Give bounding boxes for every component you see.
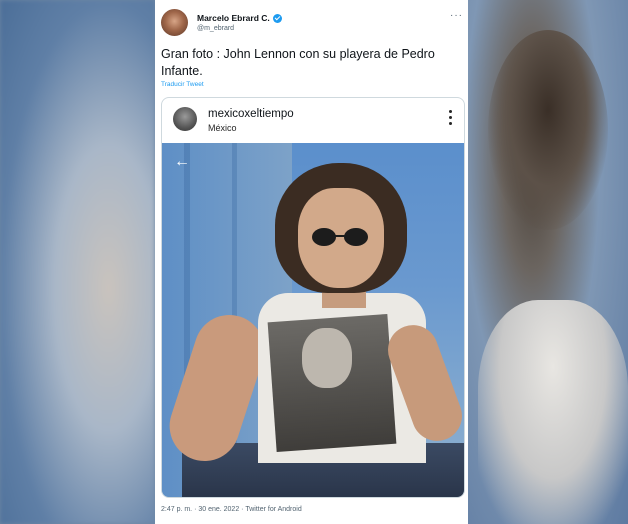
more-icon[interactable]: ··· — [450, 10, 463, 21]
background-blur-left — [0, 0, 155, 524]
instagram-embed[interactable]: mexicoxeltiempo México ← — [161, 97, 465, 498]
tweet-card: Marcelo Ebrard C. @m_ebrard ··· Gran fot… — [155, 0, 468, 524]
tweet-timestamp[interactable]: 2:47 p. m. · 30 ene. 2022 · Twitter for … — [161, 506, 302, 513]
background-blur-right — [468, 0, 628, 524]
sunglasses-right-lens — [344, 228, 368, 246]
photo-print-face — [302, 328, 352, 388]
tweet-text: Gran foto : John Lennon con su playera d… — [161, 47, 435, 78]
display-name-text[interactable]: Marcelo Ebrard C. — [197, 13, 270, 23]
sunglasses-bridge — [334, 235, 346, 237]
photo-face — [298, 188, 384, 288]
options-icon[interactable] — [449, 110, 452, 128]
embedded-photo[interactable]: ← — [162, 143, 464, 497]
background-shirt-shape — [478, 300, 628, 524]
verified-icon — [272, 13, 282, 23]
embed-location[interactable]: México — [208, 123, 237, 133]
background-head-shape — [488, 30, 608, 230]
embed-username[interactable]: mexicoxeltiempo — [208, 108, 294, 120]
display-name[interactable]: Marcelo Ebrard C. — [197, 13, 282, 23]
author-names: Marcelo Ebrard C. @m_ebrard — [197, 13, 282, 32]
avatar[interactable] — [161, 9, 188, 36]
embed-header: mexicoxeltiempo México — [162, 98, 464, 143]
tweet-header: Marcelo Ebrard C. @m_ebrard — [161, 9, 282, 36]
sunglasses-left-lens — [312, 228, 336, 246]
translate-link[interactable]: Traducir Tweet — [161, 81, 204, 88]
user-handle[interactable]: @m_ebrard — [197, 25, 282, 32]
embed-avatar[interactable] — [173, 107, 197, 131]
back-arrow-icon[interactable]: ← — [174, 153, 190, 171]
